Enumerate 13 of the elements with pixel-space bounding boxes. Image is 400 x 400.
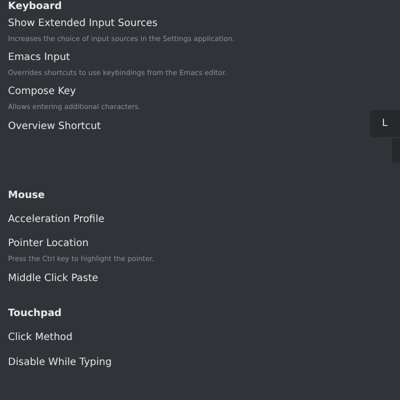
setting-label: Disable While Typing [8,356,112,370]
section-header: Mouse [8,189,46,203]
section-header: Keyboard [8,0,63,14]
setting-label: Emacs Input [8,51,70,65]
setting-label: Pointer Location [8,237,89,251]
setting-label: Acceleration Profile [8,213,104,227]
setting-label: Show Extended Input Sources [8,17,158,31]
section-header: Touchpad [8,307,63,321]
setting-label: Compose Key [8,85,76,99]
setting-label: Click Method [8,331,73,345]
shortcut-button[interactable]: L [370,110,400,137]
setting-label: Middle Click Paste [8,272,98,286]
setting-label: Overview Shortcut [8,120,101,134]
